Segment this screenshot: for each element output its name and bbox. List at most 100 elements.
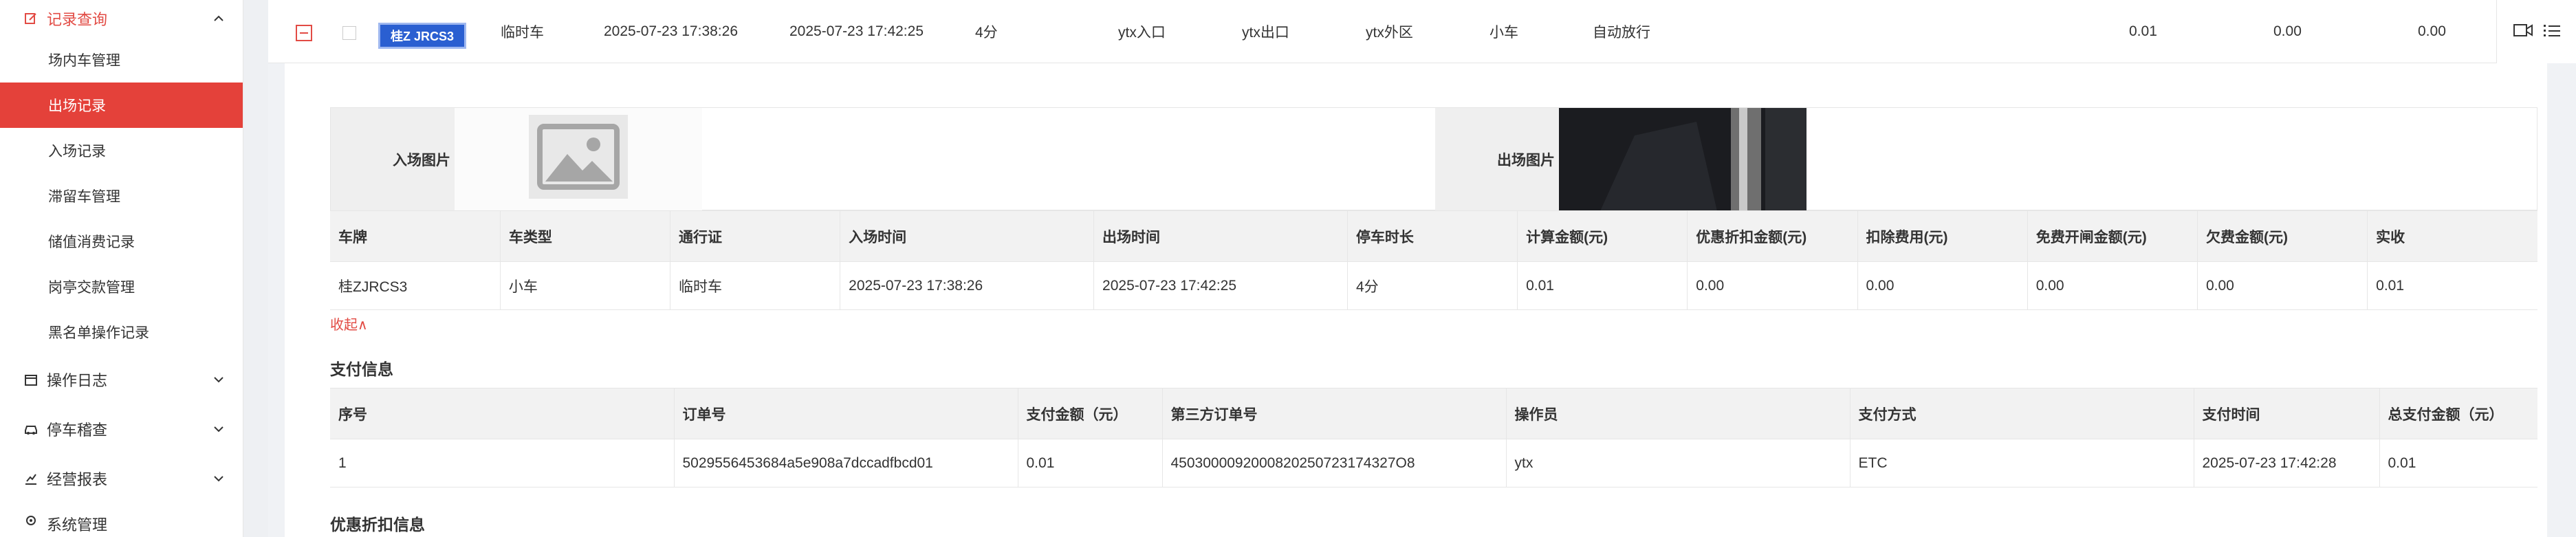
amount-cell: 0.01 xyxy=(2129,23,2157,39)
column-header: 订单号 xyxy=(673,388,1018,439)
sidebar-item-label: 滞留车管理 xyxy=(48,189,120,205)
sidebar-item-entry-records[interactable]: 入场记录 xyxy=(0,128,243,173)
menu-group-label: 操作日志 xyxy=(47,372,108,389)
sidebar-item-label: 出场记录 xyxy=(48,98,106,114)
image-row: 入场图片 出场图片 xyxy=(330,107,2537,211)
sidebar-item-exit-records[interactable]: 出场记录 xyxy=(0,83,243,128)
in-gate-cell: ytx入口 xyxy=(1118,25,1166,41)
payment-table: 序号 订单号 支付金额（元） 第三方订单号 操作员 支付方式 支付时间 总支付金额（元） 15… xyxy=(330,388,2537,487)
table-cell: 0.00 xyxy=(1857,261,2028,310)
entry-image[interactable] xyxy=(455,108,702,211)
menu-group-business-reports[interactable]: 经营报表 xyxy=(0,454,243,503)
discount-section-title: 优惠折扣信息 xyxy=(330,516,425,534)
chevron-up-icon xyxy=(212,12,225,25)
column-header: 第三方订单号 xyxy=(1161,388,1506,439)
detail-table: 车牌 车类型 通行证 入场时间 出场时间 停车时长 计算金额(元) 优惠折扣金额(元) 扣除费用… xyxy=(330,210,2537,310)
table-cell: 0.01 xyxy=(1517,261,1688,310)
sidebar-item-label: 场内车管理 xyxy=(48,53,120,69)
table-cell: 0.00 xyxy=(2027,261,2198,310)
amount-cell: 0.00 xyxy=(2273,23,2302,39)
table-cell: 0.00 xyxy=(1687,261,1858,310)
table-cell: 临时车 xyxy=(670,261,840,310)
exit-image[interactable] xyxy=(1559,108,1807,211)
collapse-link[interactable]: 收起∧ xyxy=(330,314,368,333)
table-header-row: 序号 订单号 支付金额（元） 第三方订单号 操作员 支付方式 支付时间 总支付金额（元） xyxy=(330,388,2537,439)
plate-badge: 桂Z JRCS3 xyxy=(378,23,466,49)
chart-icon xyxy=(23,471,39,486)
column-header: 车牌 xyxy=(330,210,501,262)
table-cell: 5029556453684a5e908a7dccadfbcd01 xyxy=(673,439,1018,487)
table-cell: 0.01 xyxy=(2379,439,2537,487)
in-time-cell: 2025-07-23 17:38:26 xyxy=(604,23,738,39)
column-header: 计算金额(元) xyxy=(1517,210,1688,262)
out-time-cell: 2025-07-23 17:42:25 xyxy=(789,23,924,39)
column-header: 支付时间 xyxy=(2193,388,2379,439)
table-cell: 0.01 xyxy=(1017,439,1162,487)
column-header: 总支付金额（元） xyxy=(2379,388,2537,439)
sidebar-item-booth-payments[interactable]: 岗亭交款管理 xyxy=(0,264,243,309)
column-header: 操作员 xyxy=(1505,388,1850,439)
sidebar-item-stored-value-records[interactable]: 储值消费记录 xyxy=(0,219,243,264)
column-header: 通行证 xyxy=(670,210,840,262)
main-content: 桂Z JRCS3 临时车 2025-07-23 17:38:26 2025-07… xyxy=(268,0,2576,537)
out-gate-cell: ytx出口 xyxy=(1242,25,1289,41)
exit-image-label: 出场图片 xyxy=(1435,108,1559,211)
table-cell: 2025-07-23 17:42:25 xyxy=(1093,261,1348,310)
settings-icon xyxy=(23,513,39,528)
sidebar-item-blacklist-records[interactable]: 黑名单操作记录 xyxy=(0,309,243,355)
column-header: 支付方式 xyxy=(1849,388,2194,439)
table-cell: 0.00 xyxy=(2196,261,2368,310)
menu-group-label: 系统管理 xyxy=(47,516,108,534)
chevron-down-icon xyxy=(212,423,225,435)
release-cell: 自动放行 xyxy=(1593,25,1650,41)
sidebar: 记录查询 场内车管理 出场记录 入场记录 滞留车管理 储值消费记录 岗亭交款管理… xyxy=(0,0,243,537)
car-icon xyxy=(23,421,39,437)
table-cell: ETC xyxy=(1849,439,2194,487)
payment-section-title: 支付信息 xyxy=(330,360,393,378)
column-header: 序号 xyxy=(330,388,674,439)
row-actions xyxy=(2496,0,2576,63)
sidebar-item-label: 储值消费记录 xyxy=(48,234,135,250)
row-checkbox[interactable] xyxy=(342,26,356,40)
column-header: 免费开闸金额(元) xyxy=(2027,210,2198,262)
chevron-down-icon xyxy=(212,373,225,386)
sidebar-item-label: 黑名单操作记录 xyxy=(48,325,149,341)
column-header: 出场时间 xyxy=(1093,210,1348,262)
video-icon[interactable] xyxy=(2513,23,2533,41)
table-cell: 1 xyxy=(330,439,674,487)
table-header-row: 车牌 车类型 通行证 入场时间 出场时间 停车时长 计算金额(元) 优惠折扣金额(元) 扣除费用… xyxy=(330,210,2537,262)
column-header: 实收 xyxy=(2367,210,2537,262)
table-cell: 小车 xyxy=(499,261,670,310)
table-cell: 0.01 xyxy=(2367,261,2537,310)
sidebar-item-label: 岗亭交款管理 xyxy=(48,280,135,296)
column-header: 车类型 xyxy=(499,210,670,262)
chevron-down-icon xyxy=(212,472,225,485)
sidebar-item-label: 入场记录 xyxy=(48,144,106,160)
menu-group-label: 经营报表 xyxy=(47,471,108,488)
menu-group-system-management[interactable]: 系统管理 xyxy=(0,503,243,537)
menu-group-label: 停车稽查 xyxy=(47,421,108,439)
image-placeholder-icon xyxy=(529,115,628,199)
column-header: 入场时间 xyxy=(840,210,1094,262)
collapse-row-button[interactable] xyxy=(296,25,312,41)
table-cell: ytx xyxy=(1505,439,1850,487)
menu-group-operation-log[interactable]: 操作日志 xyxy=(0,355,243,404)
table-cell: 4503000092000820250723174327O8 xyxy=(1161,439,1506,487)
column-header: 扣除费用(元) xyxy=(1857,210,2028,262)
table-cell: 2025-07-23 17:38:26 xyxy=(840,261,1094,310)
entry-image-label: 入场图片 xyxy=(331,108,455,211)
table-row[interactable]: 桂Z JRCS3 临时车 2025-07-23 17:38:26 2025-07… xyxy=(268,0,2496,63)
menu-group-record-query[interactable]: 记录查询 xyxy=(0,0,243,37)
list-icon[interactable] xyxy=(2543,23,2561,41)
car-type-cell: 小车 xyxy=(1489,25,1518,41)
sidebar-item-in-lot-vehicles[interactable]: 场内车管理 xyxy=(0,37,243,83)
menu-group-label: 记录查询 xyxy=(47,11,108,28)
row-detail-panel: 入场图片 出场图片 车牌 车类型 通行证 入场时间 出场时间 停车时长 计算金额… xyxy=(285,63,2547,537)
duration-cell: 4分 xyxy=(975,25,998,41)
edit-icon xyxy=(23,11,39,26)
sidebar-scrollbar[interactable] xyxy=(243,0,268,537)
menu-group-parking-audit[interactable]: 停车稽查 xyxy=(0,404,243,454)
calendar-icon xyxy=(23,372,39,387)
table-cell: 4分 xyxy=(1346,261,1518,310)
sidebar-item-stranded-vehicles[interactable]: 滞留车管理 xyxy=(0,173,243,219)
